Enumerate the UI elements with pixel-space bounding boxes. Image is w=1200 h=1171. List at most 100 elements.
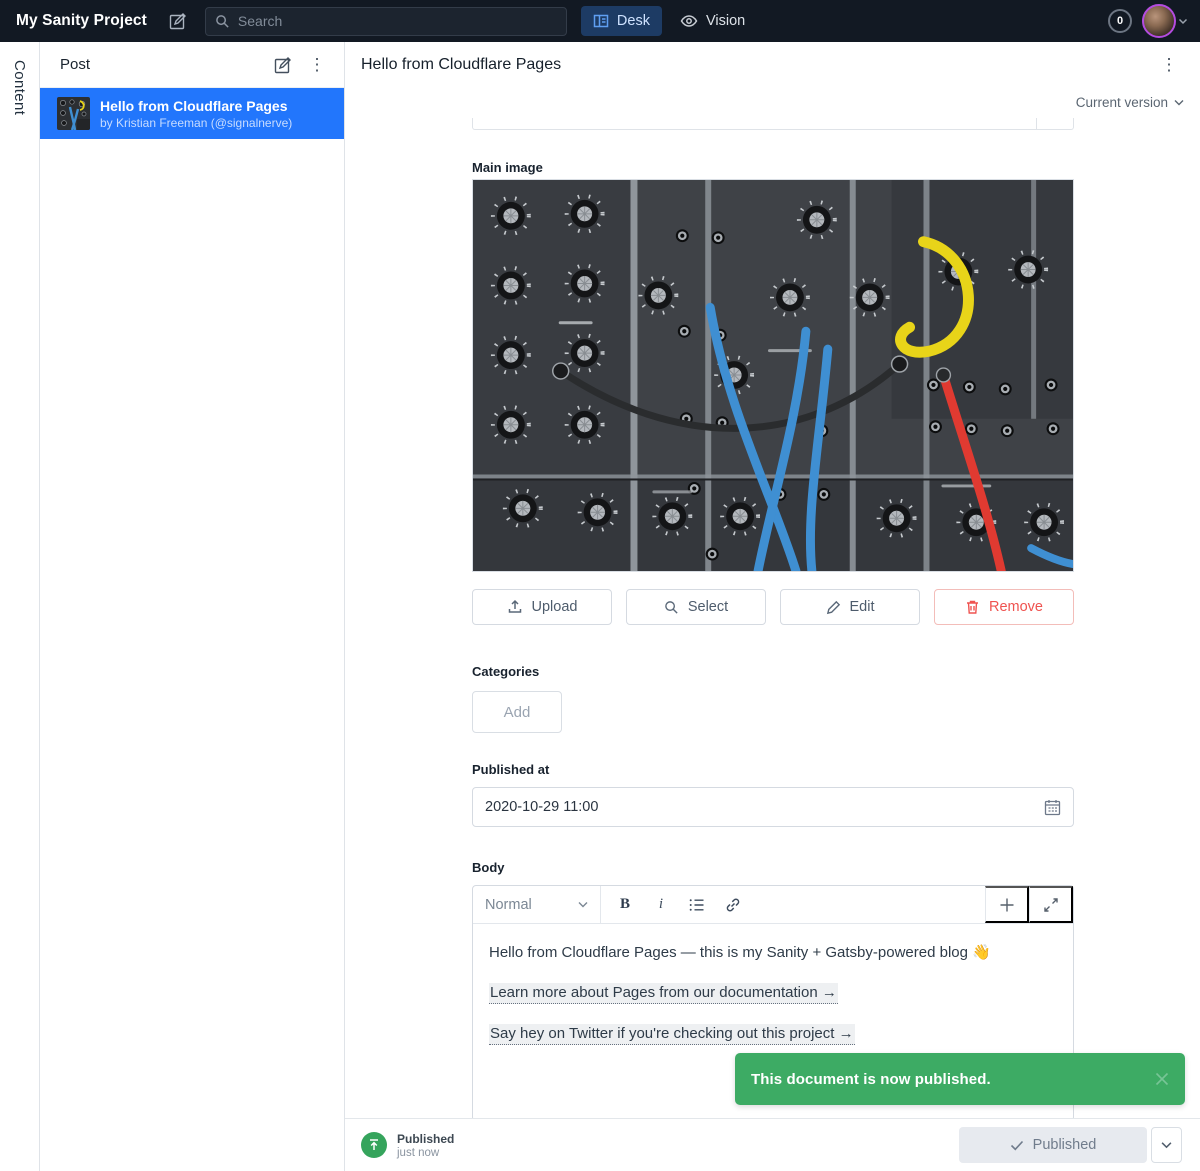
close-icon <box>1155 1072 1169 1086</box>
kebab-icon: ⋮ <box>1161 56 1178 73</box>
version-selector[interactable]: Current version <box>1076 95 1184 110</box>
body-paragraph[interactable]: Hello from Cloudflare Pages — this is my… <box>489 943 1057 963</box>
slug-field-partial[interactable] <box>472 118 1074 130</box>
bullet-list-button[interactable] <box>681 890 713 920</box>
notifications-badge[interactable]: 0 <box>1108 9 1132 33</box>
desk-panes-icon <box>593 13 609 29</box>
project-title: My Sanity Project <box>16 12 147 30</box>
main-image-label: Main image <box>472 160 1074 175</box>
post-list-pane: Post ⋮ <box>40 42 345 1171</box>
edit-button[interactable]: Edit <box>780 589 920 625</box>
status-title: Published <box>397 1132 454 1146</box>
publish-button[interactable]: Published <box>959 1127 1147 1163</box>
style-selector[interactable]: Normal <box>473 886 601 923</box>
rail-label: Content <box>11 60 28 1171</box>
list-item-subtitle: by Kristian Freeman (@signalnerve) <box>100 116 292 130</box>
fullscreen-button[interactable] <box>1029 886 1073 923</box>
upload-icon <box>507 599 523 615</box>
calendar-icon[interactable] <box>1044 799 1061 816</box>
body-paragraph-link[interactable]: Say hey on Twitter if you're checking ou… <box>489 1024 1057 1044</box>
list-item[interactable]: Hello from Cloudflare Pages by Kristian … <box>40 88 344 139</box>
document-pane: Hello from Cloudflare Pages ⋮ Current ve… <box>345 42 1200 1171</box>
footer-actions: Published <box>959 1127 1182 1163</box>
document-form-scroll[interactable]: Main image <box>345 118 1200 1118</box>
synthesizer-photo <box>473 180 1073 571</box>
bold-button[interactable]: B <box>609 890 641 920</box>
toast-message: This document is now published. <box>751 1071 991 1088</box>
sanity-studio-app: My Sanity Project Desk Visi <box>0 0 1200 1171</box>
style-value: Normal <box>485 897 532 913</box>
editor-toolbar: Normal B i <box>473 886 1073 924</box>
chevron-down-icon <box>578 901 588 908</box>
tab-desk[interactable]: Desk <box>581 6 662 36</box>
document-menu-button[interactable]: ⋮ <box>1154 50 1184 80</box>
published-status-icon <box>361 1132 387 1158</box>
new-document-button[interactable] <box>268 50 298 80</box>
main-image-preview[interactable] <box>472 179 1074 572</box>
remove-label: Remove <box>989 599 1043 615</box>
post-list-header: Post ⋮ <box>40 42 344 88</box>
document-title: Hello from Cloudflare Pages <box>361 56 561 74</box>
upload-label: Upload <box>532 599 578 615</box>
pencil-icon <box>826 600 841 615</box>
list-item-thumbnail <box>57 97 90 130</box>
published-at-value: 2020-10-29 11:00 <box>485 799 598 815</box>
select-label: Select <box>688 599 728 615</box>
publish-icon <box>366 1137 382 1153</box>
avatar <box>1142 4 1176 38</box>
add-category-button[interactable]: Add <box>472 691 562 733</box>
body-label: Body <box>472 860 1074 875</box>
user-menu[interactable] <box>1142 4 1188 38</box>
upload-button[interactable]: Upload <box>472 589 612 625</box>
tab-vision[interactable]: Vision <box>668 6 757 36</box>
kebab-icon: ⋮ <box>309 56 326 73</box>
content-rail[interactable]: Content <box>0 42 40 1171</box>
italic-button[interactable]: i <box>645 890 677 920</box>
mark-buttons: B i <box>601 886 985 923</box>
chevron-down-icon <box>1178 17 1188 25</box>
search-input[interactable] <box>238 13 557 29</box>
published-at-input[interactable]: 2020-10-29 11:00 <box>472 787 1074 827</box>
tool-tabs: Desk Vision <box>581 6 757 36</box>
toast-close-button[interactable] <box>1155 1072 1169 1086</box>
document-header: Hello from Cloudflare Pages ⋮ Current ve… <box>345 42 1200 118</box>
publish-toast: This document is now published. <box>735 1053 1185 1105</box>
publish-button-label: Published <box>1033 1137 1097 1153</box>
search-icon <box>215 14 230 29</box>
insert-block-button[interactable] <box>985 886 1029 923</box>
pencil-square-icon <box>169 12 187 30</box>
list-item-meta: Hello from Cloudflare Pages by Kristian … <box>100 98 292 130</box>
search-icon <box>664 600 679 615</box>
tab-vision-label: Vision <box>706 13 745 29</box>
link-button[interactable] <box>717 890 749 920</box>
select-button[interactable]: Select <box>626 589 766 625</box>
slug-generate-cell[interactable] <box>1036 118 1073 129</box>
search-bar[interactable] <box>205 7 567 36</box>
check-icon <box>1010 1140 1024 1151</box>
categories-label: Categories <box>472 664 1074 679</box>
image-actions: Upload Select Edit <box>472 589 1074 625</box>
published-status: Published just now <box>397 1132 454 1159</box>
remove-button[interactable]: Remove <box>934 589 1074 625</box>
topbar-right: 0 <box>1108 4 1188 38</box>
published-at-label: Published at <box>472 762 1074 777</box>
eye-icon <box>680 13 698 29</box>
top-navbar: My Sanity Project Desk Visi <box>0 0 1200 42</box>
chevron-down-icon <box>1161 1141 1172 1149</box>
bullet-list-icon <box>689 898 705 912</box>
list-menu-button[interactable]: ⋮ <box>302 50 332 80</box>
edit-project-icon[interactable] <box>169 12 187 30</box>
version-label: Current version <box>1076 95 1168 110</box>
link-icon <box>725 897 741 913</box>
document-footer: Published just now Published <box>345 1118 1200 1171</box>
status-time: just now <box>397 1147 454 1159</box>
compose-icon <box>274 56 292 74</box>
edit-label: Edit <box>850 599 875 615</box>
list-item-title: Hello from Cloudflare Pages <box>100 98 292 114</box>
chevron-down-icon <box>1174 99 1184 106</box>
expand-icon <box>1044 898 1058 912</box>
post-list-title: Post <box>60 56 90 73</box>
publish-menu-button[interactable] <box>1151 1127 1182 1163</box>
plus-icon <box>999 897 1015 913</box>
body-paragraph-link[interactable]: Learn more about Pages from our document… <box>489 983 1057 1003</box>
